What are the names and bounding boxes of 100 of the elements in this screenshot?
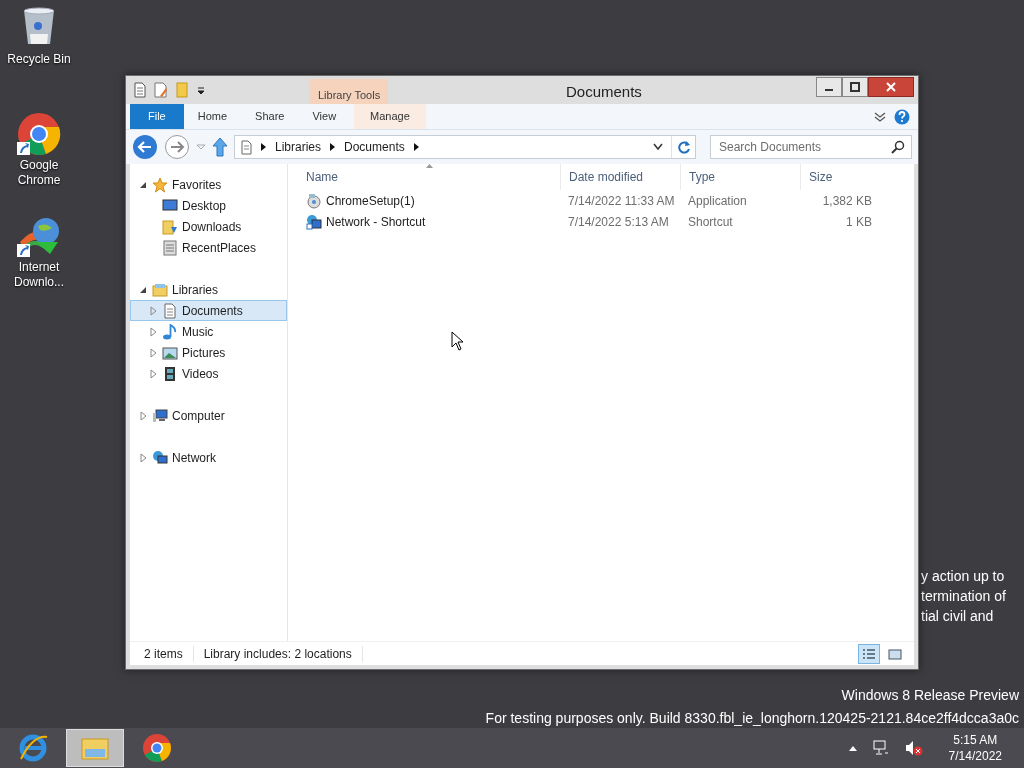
nav-tree-item[interactable]: Pictures [130, 342, 287, 363]
clock[interactable]: 5:15 AM 7/14/2022 [948, 732, 1002, 764]
address-bar[interactable]: Libraries Documents [234, 135, 696, 159]
breadcrumb-item[interactable]: Libraries [275, 138, 322, 156]
computer-icon [152, 407, 168, 424]
recent-places-icon [162, 239, 178, 256]
nav-tree-item[interactable]: Favorites [130, 174, 287, 195]
dropdown-icon[interactable] [653, 143, 663, 151]
properties-icon[interactable] [154, 82, 168, 98]
nav-item-label: Favorites [172, 176, 222, 194]
view-button[interactable] [858, 643, 880, 664]
maximize-button[interactable] [842, 77, 868, 97]
minimize-button[interactable] [816, 77, 842, 97]
browser-e-icon [18, 733, 48, 763]
date-modified-cell-text: 7/14/2022 5:13 AM [567, 213, 670, 231]
nav-tree-item[interactable]: Libraries [130, 279, 287, 300]
column-header[interactable]: Type [680, 164, 800, 190]
desktop-icon-label[interactable]: Internet Downlo... [4, 260, 74, 290]
up-icon[interactable] [212, 137, 228, 157]
collapsed-arrow-icon[interactable] [139, 452, 148, 463]
watermark-text: For testing purposes only. Build 8330.fbl_ie_longhorn.120425-2121.84ce2ff4dcca3a0c [485, 709, 1019, 728]
speaker-muted-icon[interactable] [904, 740, 923, 756]
watermark-text: Windows 8 Release Preview [840, 686, 1019, 705]
folder-download-icon [162, 218, 178, 235]
window-title: Documents [566, 82, 642, 102]
nav-tree-item[interactable]: Documents [130, 300, 287, 321]
picture-icon [162, 344, 178, 361]
background-text: tial civil and [921, 607, 995, 626]
collapsed-arrow-icon[interactable] [149, 368, 158, 379]
nav-item-label: Music [182, 323, 214, 341]
breadcrumb-arrow-icon[interactable] [412, 142, 420, 152]
collapsed-arrow-icon[interactable] [149, 347, 158, 358]
back-icon[interactable] [132, 134, 158, 160]
nav-tree-item[interactable]: RecentPlaces [130, 237, 287, 258]
large-icons-view-icon [887, 646, 903, 661]
music-note-icon [162, 323, 178, 340]
nav-item-label: Desktop [182, 197, 227, 215]
ribbon-tab[interactable]: Share [241, 104, 299, 129]
column-header[interactable]: Size [800, 164, 880, 190]
details-view-icon [861, 646, 877, 661]
minimize-icon [825, 89, 833, 91]
nav-tree-item[interactable]: Network [130, 447, 287, 468]
maximize-icon [850, 82, 860, 92]
nav-tree-item[interactable]: Videos [130, 363, 287, 384]
ribbon-tab[interactable]: Home [183, 104, 242, 129]
breadcrumb-arrow-icon[interactable] [329, 142, 337, 152]
size-cell-text: 1 KB [845, 213, 873, 231]
close-button[interactable] [868, 77, 914, 97]
nav-item-label: RecentPlaces [182, 239, 257, 257]
collapsed-arrow-icon[interactable] [149, 305, 158, 316]
document-icon[interactable] [134, 82, 146, 98]
file-menu-tab[interactable]: File [130, 104, 184, 129]
collapsed-arrow-icon[interactable] [149, 326, 158, 337]
nav-item-label: Videos [182, 365, 219, 383]
installer-icon [306, 192, 322, 209]
file-name[interactable]: Network - Shortcut [326, 212, 426, 231]
nav-item-label: Libraries [172, 281, 219, 299]
search-field[interactable]: Search Documents [717, 137, 891, 157]
document-icon [162, 302, 178, 319]
collapsed-arrow-icon[interactable] [139, 410, 148, 421]
network-shortcut-icon [306, 213, 322, 230]
contextual-ribbon-tab[interactable]: Manage [354, 104, 426, 129]
status-text: Library includes: 2 locations [203, 645, 352, 663]
background-text: termination of [921, 587, 1006, 606]
search-box[interactable]: Search Documents [710, 135, 912, 159]
nav-item-label: Network [172, 449, 216, 467]
chrome-icon [142, 733, 172, 763]
chrome-icon[interactable] [16, 112, 62, 158]
refresh-icon[interactable] [676, 140, 691, 154]
column-header[interactable]: Name [298, 164, 560, 190]
sort-arrow-icon [426, 164, 433, 168]
size-cell-text: 1,382 KB [821, 192, 873, 210]
document-icon [241, 139, 252, 155]
nav-tree-item[interactable]: Computer [130, 405, 287, 426]
monitor-icon [162, 197, 178, 214]
library-icon [152, 281, 168, 298]
nav-item-label: Documents [182, 302, 243, 320]
nav-tree-item[interactable]: Desktop [130, 195, 287, 216]
desktop-icon-label[interactable]: Google Chrome [4, 158, 74, 188]
type-cell-text: Application [687, 192, 748, 210]
breadcrumb-item[interactable]: Documents [344, 138, 405, 156]
background-text: y action up to [921, 567, 1006, 586]
nav-tree-item[interactable]: Music [130, 321, 287, 342]
search-icon[interactable] [891, 140, 905, 154]
column-header[interactable]: Date modified [560, 164, 680, 190]
desktop-icon-label[interactable]: Recycle Bin [7, 52, 71, 67]
help-icon[interactable] [894, 108, 910, 125]
expand-ribbon-icon[interactable] [874, 111, 886, 122]
film-icon [162, 365, 178, 382]
nav-tree-item[interactable]: Downloads [130, 216, 287, 237]
contextual-tab-group-label: Library Tools [310, 79, 389, 104]
type-cell-text: Shortcut [687, 213, 734, 231]
show-hidden-icons-icon[interactable] [848, 745, 857, 751]
close-icon [886, 82, 896, 92]
forward-icon[interactable] [164, 134, 190, 160]
breadcrumb-arrow-icon[interactable] [260, 142, 267, 152]
network-status-icon[interactable] [872, 740, 889, 756]
file-name[interactable]: ChromeSetup(1) [326, 191, 415, 210]
nav-item-label: Computer [172, 407, 225, 425]
ribbon-tab[interactable]: View [298, 104, 351, 129]
